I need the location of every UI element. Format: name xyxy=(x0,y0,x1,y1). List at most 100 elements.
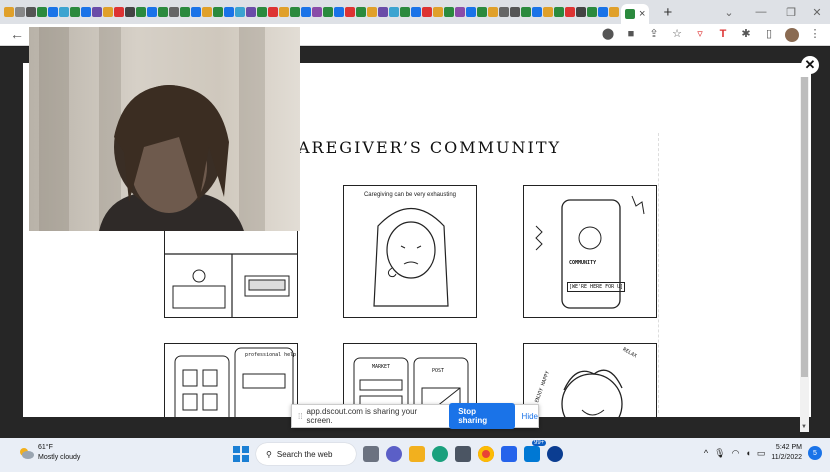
pinned-tab-favicon-icon[interactable] xyxy=(26,7,36,17)
stop-sharing-button[interactable]: Stop sharing xyxy=(449,403,515,429)
pinned-tab-favicon-icon[interactable] xyxy=(411,7,421,17)
pinned-tab-favicon-icon[interactable] xyxy=(81,7,91,17)
pinned-tab-favicon-icon[interactable] xyxy=(70,7,80,17)
page-scrollbar[interactable]: ▼ xyxy=(800,77,809,432)
camera-icon[interactable]: ■ xyxy=(624,27,638,42)
pinned-tab-favicon-icon[interactable] xyxy=(224,7,234,17)
pinned-tab-favicon-icon[interactable] xyxy=(268,7,278,17)
notification-badge[interactable]: 5 xyxy=(808,446,822,460)
new-tab-button[interactable]: + xyxy=(663,5,672,20)
pinned-tab-favicon-icon[interactable] xyxy=(433,7,443,17)
pinned-tab-favicon-icon[interactable] xyxy=(246,7,256,17)
overlay-close-button[interactable]: ✕ xyxy=(801,56,819,74)
pinned-tab-favicon-icon[interactable] xyxy=(37,7,47,17)
pinned-tab-favicon-icon[interactable] xyxy=(510,7,520,17)
pinned-tab-favicon-icon[interactable] xyxy=(312,7,322,17)
mail-icon[interactable]: 99+ xyxy=(524,440,547,462)
pinned-tab-favicon-icon[interactable] xyxy=(290,7,300,17)
back-button[interactable]: ← xyxy=(10,26,24,42)
pinned-tab-favicon-icon[interactable] xyxy=(114,7,124,17)
pinned-tab-favicon-icon[interactable] xyxy=(48,7,58,17)
tp-icon[interactable]: T xyxy=(716,27,730,42)
photos-icon[interactable] xyxy=(501,446,517,462)
pinned-tab-favicon-icon[interactable] xyxy=(455,7,465,17)
active-tab[interactable]: × xyxy=(621,4,650,24)
tab-search-button[interactable]: ⌄ xyxy=(712,0,746,24)
tray-overflow-icon[interactable]: ^ xyxy=(704,448,708,458)
pocket-icon[interactable]: ▿ xyxy=(693,27,707,42)
scrollbar-thumb[interactable] xyxy=(801,77,808,377)
teams-icon[interactable] xyxy=(386,446,402,462)
pinned-tab-favicon-icon[interactable] xyxy=(554,7,564,17)
taskbar-search[interactable]: ⚲ Search the web xyxy=(256,443,356,465)
pinned-tab-favicon-icon[interactable] xyxy=(389,7,399,17)
location-icon[interactable]: ⬤ xyxy=(601,27,615,42)
volume-icon[interactable]: ◖ xyxy=(745,448,750,458)
task-view-icon[interactable] xyxy=(363,446,379,462)
hide-button[interactable]: Hide xyxy=(522,412,538,421)
weather-widget[interactable]: 61°F Mostly cloudy xyxy=(18,443,80,463)
pinned-tab-favicon-icon[interactable] xyxy=(4,7,14,17)
mic-icon[interactable]: 🎙 xyxy=(714,448,725,459)
pinned-tab-favicon-icon[interactable] xyxy=(279,7,289,17)
pinned-tab-favicon-icon[interactable] xyxy=(576,7,586,17)
pinned-tab-favicon-icon[interactable] xyxy=(180,7,190,17)
sidebar-icon[interactable]: ▯ xyxy=(762,27,776,42)
pinned-tab-favicon-icon[interactable] xyxy=(345,7,355,17)
pinned-tab-favicon-icon[interactable] xyxy=(191,7,201,17)
pinned-tab-favicon-icon[interactable] xyxy=(169,7,179,17)
pinned-tab-favicon-icon[interactable] xyxy=(92,7,102,17)
pinned-tab-favicon-icon[interactable] xyxy=(213,7,223,17)
pinned-tab-favicon-icon[interactable] xyxy=(422,7,432,17)
edge-icon[interactable] xyxy=(432,446,448,462)
pinned-tab-favicon-icon[interactable] xyxy=(125,7,135,17)
pinned-tab-favicon-icon[interactable] xyxy=(521,7,531,17)
pinned-tab-favicon-icon[interactable] xyxy=(15,7,25,17)
pinned-tab-favicon-icon[interactable] xyxy=(103,7,113,17)
file-explorer-icon[interactable] xyxy=(409,446,425,462)
minimize-button[interactable]: — xyxy=(744,0,778,24)
store-icon[interactable] xyxy=(455,446,471,462)
pinned-tab-favicon-icon[interactable] xyxy=(378,7,388,17)
pinned-tab-favicon-icon[interactable] xyxy=(543,7,553,17)
pinned-tab-favicon-icon[interactable] xyxy=(158,7,168,17)
pinned-tab-favicon-icon[interactable] xyxy=(301,7,311,17)
pinned-tab-favicon-icon[interactable] xyxy=(499,7,509,17)
pinned-tab-favicon-icon[interactable] xyxy=(59,7,69,17)
profile-avatar[interactable] xyxy=(785,27,799,42)
pinned-tab-favicon-icon[interactable] xyxy=(488,7,498,17)
pinned-tab-favicon-icon[interactable] xyxy=(235,7,245,17)
pinned-tab-favicon-icon[interactable] xyxy=(147,7,157,17)
menu-icon[interactable]: ⋮ xyxy=(808,27,822,42)
pinned-tab-favicon-icon[interactable] xyxy=(202,7,212,17)
window-close-button[interactable]: ✕ xyxy=(800,0,830,24)
pinned-tab-favicon-icon[interactable] xyxy=(367,7,377,17)
pinned-tab-favicon-icon[interactable] xyxy=(334,7,344,17)
pinned-tab-favicon-icon[interactable] xyxy=(356,7,366,17)
star-icon[interactable]: ☆ xyxy=(670,27,684,42)
pinned-tab-favicon-icon[interactable] xyxy=(136,7,146,17)
app-icon[interactable] xyxy=(547,446,563,462)
start-button[interactable] xyxy=(233,446,249,462)
pinned-tab-favicon-icon[interactable] xyxy=(565,7,575,17)
toolbar-icons: ⬤ ■ ⇪ ☆ ▿ T ✱ ▯ ⋮ xyxy=(601,27,822,42)
clock[interactable]: 5:42 PM 11/2/2022 xyxy=(771,443,802,463)
pinned-tab-favicon-icon[interactable] xyxy=(587,7,597,17)
extensions-icon[interactable]: ✱ xyxy=(739,27,753,42)
pinned-tab-favicon-icon[interactable] xyxy=(598,7,608,17)
pinned-tab-favicon-icon[interactable] xyxy=(400,7,410,17)
share-icon[interactable]: ⇪ xyxy=(647,27,661,42)
pinned-tab-favicon-icon[interactable] xyxy=(609,7,619,17)
wifi-icon[interactable]: ◠ xyxy=(732,448,740,459)
pinned-tab-favicon-icon[interactable] xyxy=(477,7,487,17)
pinned-tab-favicon-icon[interactable] xyxy=(257,7,267,17)
scroll-down-arrow-icon[interactable]: ▼ xyxy=(801,424,807,430)
pinned-tab-favicon-icon[interactable] xyxy=(532,7,542,17)
drag-handle-icon[interactable]: ⁞⁞ xyxy=(298,412,302,421)
battery-icon[interactable]: ▭ xyxy=(757,448,766,459)
pinned-tab-favicon-icon[interactable] xyxy=(444,7,454,17)
pinned-tab-favicon-icon[interactable] xyxy=(466,7,476,17)
pinned-tab-favicon-icon[interactable] xyxy=(323,7,333,17)
tab-close-button[interactable]: × xyxy=(639,8,645,20)
chrome-icon[interactable] xyxy=(478,446,494,462)
